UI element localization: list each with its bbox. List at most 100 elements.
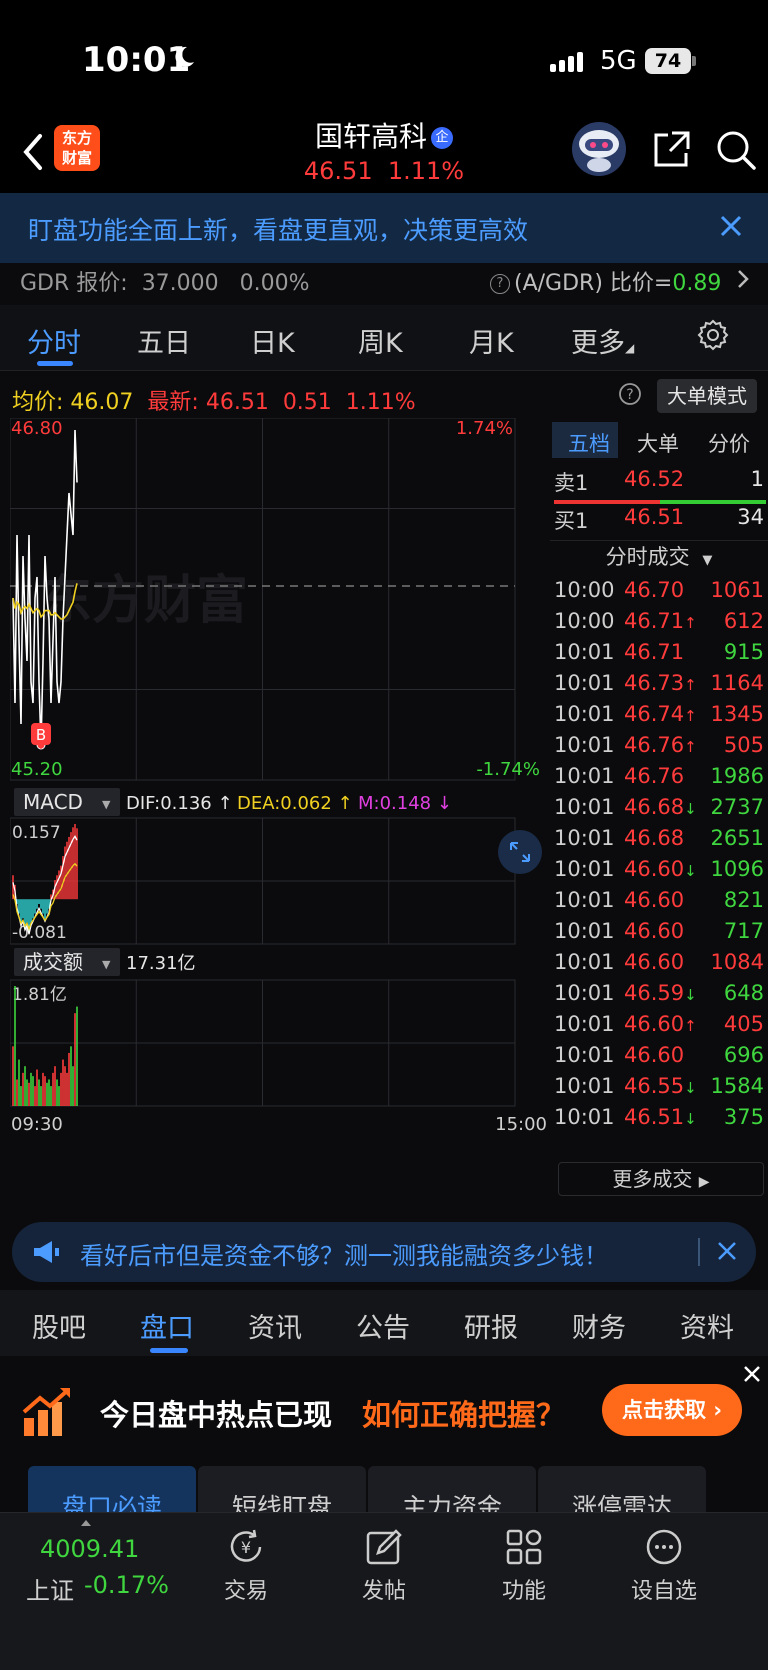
tick-price: 46.73↑ — [624, 671, 697, 695]
chevron-right-icon[interactable] — [735, 267, 751, 291]
subtab-limit-up-radar[interactable]: 涨停雷达 — [538, 1466, 706, 1512]
tab-big-orders[interactable]: 大单 — [637, 428, 679, 458]
price-info-line: 均价: 46.07 最新: 46.51 0.51 1.11% ? 大单模式 — [0, 372, 768, 418]
tab-announcements[interactable]: 公告 — [356, 1306, 410, 1345]
close-icon[interactable] — [740, 1362, 764, 1386]
tick-time: 10:01 — [554, 981, 615, 1005]
stock-name: 国轩高科 — [314, 120, 427, 153]
tab-five-day[interactable]: 五日 — [137, 321, 191, 360]
nav-trade[interactable]: ¥ 交易 — [206, 1527, 286, 1605]
close-icon[interactable] — [714, 1238, 740, 1264]
index-value[interactable]: 4009.41 — [40, 1535, 139, 1563]
pct-low-label: -1.74% — [476, 759, 540, 780]
search-icon[interactable] — [715, 129, 757, 171]
share-icon[interactable] — [650, 129, 692, 171]
subtab-must-read[interactable]: 盘口必读 — [28, 1466, 196, 1512]
tab-forum[interactable]: 股吧 — [32, 1306, 86, 1345]
get-now-label: 点击获取 — [622, 1398, 707, 1422]
index-change[interactable]: -0.17% — [84, 1571, 169, 1599]
volume-selector-label: 成交额 — [23, 950, 83, 974]
tab-price-distribution[interactable]: 分价 — [708, 428, 750, 458]
tick-price: 46.60↓ — [624, 857, 697, 881]
nav-add-watchlist[interactable]: 设自选 — [624, 1527, 704, 1605]
tick-volume: 648 — [723, 981, 764, 1005]
macd-m: M:0.148 ↓ — [358, 793, 452, 814]
tick-price: 46.55↓ — [624, 1074, 697, 1098]
signal-icon — [550, 52, 586, 72]
feature-banner[interactable]: 盯盘功能全面上新，看盘更直观，决策更高效 — [0, 193, 768, 263]
expand-icon — [498, 830, 542, 874]
nav-add-watchlist-label: 设自选 — [630, 1579, 697, 1604]
ticks-header[interactable]: 分时成交 ▼ — [550, 540, 768, 574]
more-trades-label: 更多成交 — [612, 1167, 693, 1191]
svg-text:?: ? — [626, 387, 633, 403]
moon-icon — [175, 46, 194, 67]
tick-volume: 1096 — [710, 857, 764, 881]
tab-intraday[interactable]: 分时 — [27, 321, 81, 360]
sell1-volume: 1 — [750, 467, 764, 491]
tab-daily-k[interactable]: 日K — [250, 321, 295, 360]
nav-post[interactable]: 发帖 — [344, 1527, 424, 1605]
chevron-up-icon[interactable] — [80, 1519, 92, 1527]
tab-weekly-k[interactable]: 周K — [358, 321, 403, 360]
tick-price: 46.68 — [624, 826, 685, 850]
tick-volume: 1084 — [710, 950, 764, 974]
tick-time: 10:01 — [554, 826, 615, 850]
sub-tabs: 盘口必读 短线盯盘 主力资金 涨停雷达 — [0, 1466, 768, 1512]
intraday-chart[interactable]: 东方财富 B 46.80 45.20 1.74% -1.74% MACD ▼ D… — [10, 418, 548, 1198]
tab-monthly-k[interactable]: 月K — [469, 321, 514, 360]
help-icon[interactable]: ? — [490, 274, 510, 294]
index-name[interactable]: 上证 — [26, 1571, 74, 1606]
tick-row: 10:01 46.71 915 — [550, 640, 768, 671]
hot-topics-promo[interactable]: 今日盘中热点已现 如何正确把握？ 点击获取 › — [0, 1356, 768, 1466]
tab-financials[interactable]: 财务 — [572, 1306, 626, 1345]
battery-icon: 74 — [645, 48, 691, 74]
latest-price: 46.51 — [205, 390, 269, 415]
latest-label: 最新: — [147, 390, 199, 415]
bottom-nav: 4009.41 上证 -0.17% ¥ 交易 发帖 功能 设自选 — [0, 1512, 768, 1670]
tick-time: 10:01 — [554, 950, 615, 974]
dropdown-icon: ▼ — [702, 553, 713, 568]
tick-time: 10:01 — [554, 702, 615, 726]
tick-volume: 1986 — [710, 764, 764, 788]
tick-volume: 821 — [723, 888, 764, 912]
ticks-header-label: 分时成交 — [605, 545, 690, 569]
tick-time: 10:01 — [554, 857, 615, 881]
tick-price: 46.60 — [624, 919, 685, 943]
tick-volume: 1061 — [710, 578, 764, 602]
ai-robot-icon[interactable] — [570, 120, 628, 178]
chart-canvas[interactable]: 东方财富 B 46.80 45.20 1.74% -1.74% MACD ▼ D… — [10, 418, 548, 1198]
tick-price: 46.71 — [624, 640, 685, 664]
subtab-main-funds[interactable]: 主力资金 — [368, 1466, 536, 1512]
tab-news[interactable]: 资讯 — [248, 1306, 302, 1345]
tab-order-book[interactable]: 盘口 — [140, 1306, 194, 1345]
sell1-label: 卖1 — [554, 471, 589, 495]
tab-research[interactable]: 研报 — [464, 1306, 518, 1345]
gdr-quote-row[interactable]: GDR 报价: 37.000 0.00% ? (A/GDR) 比价=0.89 — [0, 263, 768, 305]
subtab-short-term[interactable]: 短线盯盘 — [198, 1466, 366, 1512]
tick-price: 46.60 — [624, 888, 685, 912]
buy1-volume: 34 — [737, 505, 764, 529]
big-order-mode-button[interactable]: 大单模式 — [657, 379, 757, 413]
tick-time: 10:00 — [554, 609, 615, 633]
enterprise-badge: 企 — [431, 127, 453, 149]
tab-more[interactable]: 更多◢ — [571, 321, 634, 360]
help-icon[interactable]: ? — [618, 382, 642, 406]
tab-profile[interactable]: 资料 — [680, 1306, 734, 1345]
tick-price: 46.60↑ — [624, 1012, 697, 1036]
close-icon[interactable] — [716, 211, 746, 241]
tab-five-level[interactable]: 五档 — [568, 428, 610, 458]
get-now-button[interactable]: 点击获取 › — [602, 1384, 742, 1436]
tick-volume: 612 — [723, 609, 764, 633]
tick-row: 10:01 46.68 2651 — [550, 826, 768, 857]
trade-icon: ¥ — [230, 1529, 262, 1562]
financing-promo[interactable]: 看好后市但是资金不够？测一测我能融资多少钱！ — [12, 1222, 756, 1282]
pct-high-label: 1.74% — [456, 418, 513, 439]
tick-time: 10:01 — [554, 795, 615, 819]
nav-functions[interactable]: 功能 — [484, 1527, 564, 1605]
dropdown-icon: ▼ — [102, 798, 111, 811]
tick-price: 46.60 — [624, 950, 685, 974]
watermark: 东方财富 — [40, 571, 248, 631]
more-trades-button[interactable]: 更多成交 ▶ — [558, 1162, 764, 1196]
gear-icon[interactable] — [697, 319, 729, 351]
